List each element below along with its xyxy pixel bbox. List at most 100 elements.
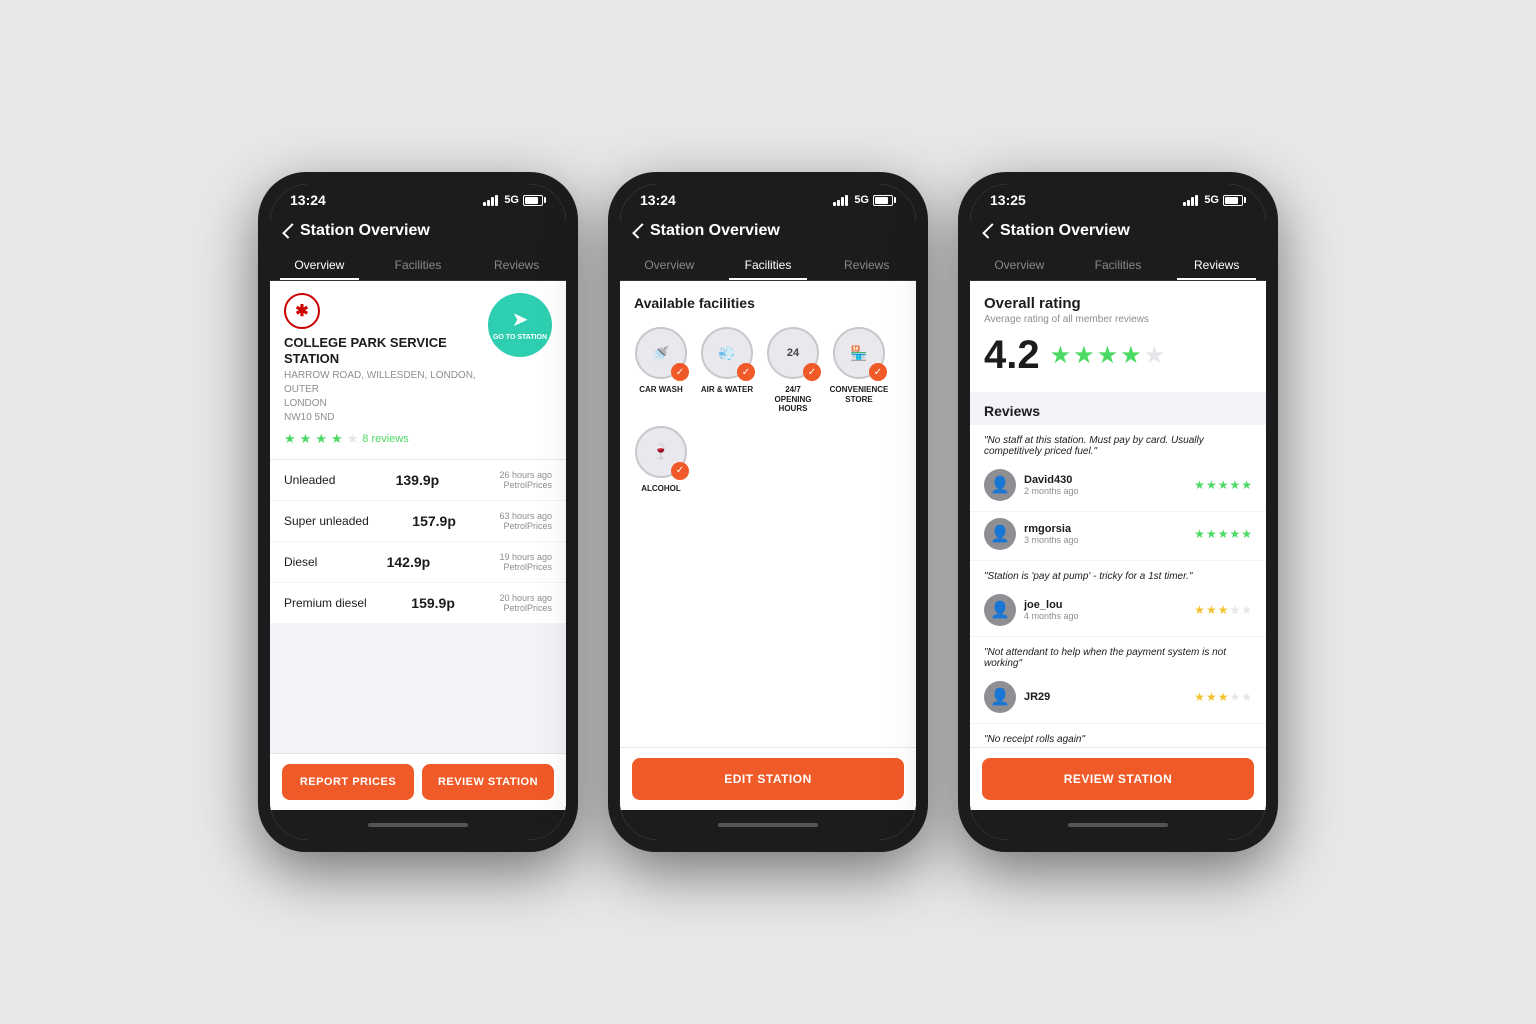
review-user-row-3: 👤 JR29 ★★★★★ [970, 675, 1266, 724]
review-user-row-1: 👤 rmgorsia 3 months ago ★★★★★ [970, 512, 1266, 561]
battery-icon-2 [873, 195, 896, 206]
goto-station-button[interactable]: ➤ GO TO STATION [488, 293, 552, 357]
stars-0: ★★★★★ [1194, 478, 1252, 492]
status-icons-2: 5G [833, 194, 896, 206]
screen-content-1: ✱ COLLEGE PARK SERVICE STATION HARROW RO… [270, 281, 566, 810]
fuel-meta-1: 63 hours ago PetrolPrices [499, 511, 552, 531]
edit-station-button[interactable]: EDIT STATION [632, 758, 904, 800]
facility-label-alcohol: ALCOHOL [641, 484, 681, 494]
report-prices-button[interactable]: REPORT PRICES [282, 764, 414, 800]
facilities-title: Available facilities [634, 295, 902, 311]
time-2: 13:24 [640, 192, 676, 208]
review-station-button-3[interactable]: REVIEW STATION [982, 758, 1254, 800]
back-button-1[interactable] [286, 224, 296, 238]
check-icon-24hr: ✓ [803, 363, 821, 381]
overall-subtitle: Average rating of all member reviews [984, 314, 1252, 325]
home-indicator-3 [1068, 823, 1168, 827]
fuel-item-diesel: Diesel 142.9p 19 hours ago PetrolPrices [270, 542, 566, 583]
facilities-section: Available facilities 🚿 ✓ CAR WASH 💨 [620, 281, 916, 747]
review-quote-0: "No staff at this station. Must pay by c… [970, 425, 1266, 463]
tab-facilities-2[interactable]: Facilities [719, 250, 818, 280]
back-chevron-icon-3 [982, 223, 998, 239]
facility-label-air-water: AIR & WATER [701, 385, 753, 395]
phones-container: 13:24 5G [258, 172, 1278, 852]
fuel-meta-2: 19 hours ago PetrolPrices [499, 552, 552, 572]
facility-convenience: 🏪 ✓ CONVENIENCE STORE [832, 327, 886, 414]
nav-bar-2: Station Overview [620, 212, 916, 250]
goto-arrow-icon: ➤ [512, 307, 529, 332]
screen-content-2: Available facilities 🚿 ✓ CAR WASH 💨 [620, 281, 916, 810]
phone-2: 13:24 5G [608, 172, 928, 852]
signal-icon-2 [833, 195, 848, 206]
tabs-3: Overview Facilities Reviews [970, 250, 1266, 281]
tab-overview-2[interactable]: Overview [620, 250, 719, 280]
nav-title-2: Station Overview [650, 222, 780, 240]
username-0: David430 [1024, 474, 1194, 486]
facility-air-water: 💨 ✓ AIR & WATER [700, 327, 754, 414]
tab-reviews-3[interactable]: Reviews [1167, 250, 1266, 280]
review-user-row-0: 👤 David430 2 months ago ★★★★★ [970, 463, 1266, 512]
stars-2: ★★★★★ [1194, 603, 1252, 617]
rating-number-row: 4.2 ★ ★ ★ ★ ★ [984, 333, 1252, 378]
status-icons-3: 5G [1183, 194, 1246, 206]
time-1: 13:24 [290, 192, 326, 208]
rating-number: 4.2 [984, 333, 1040, 378]
station-info: ✱ COLLEGE PARK SERVICE STATION HARROW RO… [284, 293, 488, 447]
tab-reviews-2[interactable]: Reviews [817, 250, 916, 280]
status-bar-2: 13:24 5G [620, 184, 916, 212]
reviews-section: Overall rating Average rating of all mem… [970, 281, 1266, 747]
fuel-price-0: 139.9p [396, 472, 440, 488]
bottom-bar-1 [270, 810, 566, 840]
nav-bar-3: Station Overview [970, 212, 1266, 250]
battery-icon-3 [1223, 195, 1246, 206]
notch-1 [365, 196, 445, 204]
facility-alcohol: 🍷 ✓ ALCOHOL [634, 426, 688, 494]
review-quote-3: "Not attendant to help when the payment … [970, 637, 1266, 675]
bottom-buttons-2: EDIT STATION [620, 747, 916, 810]
network-3: 5G [1204, 194, 1219, 206]
station-logo: ✱ [284, 293, 320, 329]
back-chevron-icon-2 [632, 223, 648, 239]
check-icon-car-wash: ✓ [671, 363, 689, 381]
username-1: rmgorsia [1024, 523, 1194, 535]
facility-label-convenience: CONVENIENCE STORE [830, 385, 889, 404]
fuel-price-2: 142.9p [387, 554, 431, 570]
review-station-button-1[interactable]: REVIEW STATION [422, 764, 554, 800]
check-icon-alcohol: ✓ [671, 462, 689, 480]
notch-2 [715, 196, 795, 204]
fuel-item-unleaded: Unleaded 139.9p 26 hours ago PetrolPrice… [270, 460, 566, 501]
review-count: 8 reviews [362, 433, 408, 445]
station-address-1: HARROW ROAD, WILLESDEN, LONDON, OUTER LO… [284, 369, 488, 425]
user-info-3: JR29 [1024, 691, 1194, 703]
check-icon-convenience: ✓ [869, 363, 887, 381]
date-1: 3 months ago [1024, 535, 1194, 545]
tabs-1: Overview Facilities Reviews [270, 250, 566, 281]
station-stars: ★ ★ ★ ★ ★ 8 reviews [284, 431, 488, 447]
back-button-2[interactable] [636, 224, 646, 238]
tab-reviews-1[interactable]: Reviews [467, 250, 566, 280]
tab-facilities-3[interactable]: Facilities [1069, 250, 1168, 280]
overall-rating-box: Overall rating Average rating of all mem… [970, 281, 1266, 393]
fuel-name-1: Super unleaded [284, 514, 369, 528]
fuel-name-2: Diesel [284, 555, 317, 569]
station-header: ✱ COLLEGE PARK SERVICE STATION HARROW RO… [270, 281, 566, 460]
nav-title-3: Station Overview [1000, 222, 1130, 240]
tab-overview-3[interactable]: Overview [970, 250, 1069, 280]
phone-1: 13:24 5G [258, 172, 578, 852]
review-quote-final: "No receipt rolls again" [970, 724, 1266, 747]
user-info-0: David430 2 months ago [1024, 474, 1194, 496]
date-2: 4 months ago [1024, 611, 1194, 621]
tab-facilities-1[interactable]: Facilities [369, 250, 468, 280]
status-icons-1: 5G [483, 194, 546, 206]
signal-icon-1 [483, 195, 498, 206]
username-2: joe_lou [1024, 599, 1194, 611]
facility-label-car-wash: CAR WASH [639, 385, 683, 395]
stars-1: ★★★★★ [1194, 527, 1252, 541]
stars-3: ★★★★★ [1194, 690, 1252, 704]
tab-overview-1[interactable]: Overview [270, 250, 369, 280]
fuel-price-3: 159.9p [411, 595, 455, 611]
notch-3 [1065, 196, 1145, 204]
back-button-3[interactable] [986, 224, 996, 238]
facilities-grid: 🚿 ✓ CAR WASH 💨 ✓ AIR & WATER [634, 327, 902, 493]
rating-stars-big: ★ ★ ★ ★ ★ [1050, 341, 1166, 370]
